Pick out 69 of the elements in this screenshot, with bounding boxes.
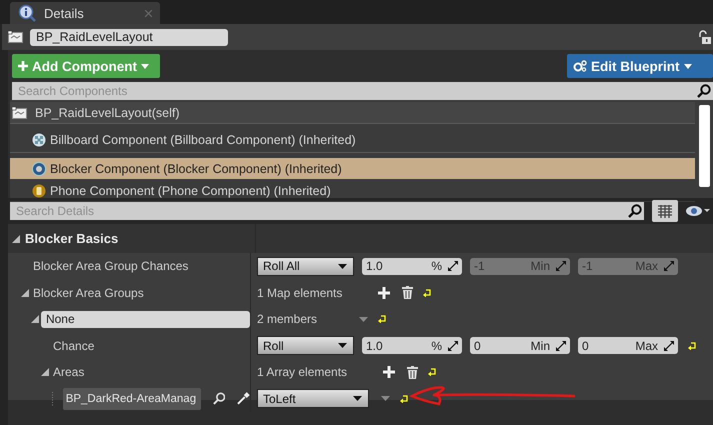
number-field[interactable]: 1.0 % <box>362 258 462 275</box>
member-count: 2 members <box>257 312 318 326</box>
reset-arrow-icon[interactable] <box>428 368 436 376</box>
property-label: Areas <box>53 365 84 380</box>
number-field[interactable]: 0 Max <box>578 337 678 354</box>
edit-blueprint-button[interactable]: Edit Blueprint <box>567 54 713 78</box>
actor-name-field[interactable]: BP_RaidLevelLayout <box>30 28 228 46</box>
category-header[interactable]: Blocker Basics <box>8 224 713 253</box>
property-label: Blocker Area Groups <box>33 286 144 300</box>
drag-arrow-icon <box>664 261 674 272</box>
search-icon[interactable] <box>624 202 644 220</box>
phone-icon <box>32 184 46 198</box>
property-label: Blocker Area Group Chances <box>33 259 188 274</box>
element-count: 1 Array elements <box>257 365 348 380</box>
expand-arrow-icon[interactable] <box>41 368 49 376</box>
checker-ball-icon <box>32 132 46 146</box>
expand-arrow-icon[interactable] <box>21 288 29 297</box>
drag-arrow-icon <box>664 340 674 351</box>
dropdown[interactable]: Roll All <box>257 256 354 276</box>
drag-arrow-icon <box>448 340 458 351</box>
gear-badge-icon <box>32 162 46 176</box>
eyedropper-icon[interactable] <box>237 392 250 406</box>
dropdown[interactable]: ToLeft <box>257 389 369 408</box>
info-icon <box>18 4 36 22</box>
drag-arrow-icon <box>448 261 458 272</box>
number-field[interactable]: 1.0 % <box>362 337 462 354</box>
reset-arrow-icon[interactable] <box>423 288 432 297</box>
grid-view-button[interactable] <box>652 200 678 222</box>
search-field[interactable]: Search Details <box>10 202 624 220</box>
add-icon[interactable] <box>383 366 396 378</box>
search-field[interactable]: Search Components <box>12 82 693 100</box>
caret-icon[interactable] <box>381 396 390 402</box>
trash-icon[interactable] <box>402 286 414 300</box>
caret-icon <box>684 64 692 68</box>
dropdown[interactable]: Roll <box>257 336 354 356</box>
reset-arrow-icon[interactable] <box>400 394 408 403</box>
trash-icon[interactable] <box>407 366 418 379</box>
expand-arrow-icon[interactable] <box>31 315 39 324</box>
lock-icon[interactable] <box>698 30 711 44</box>
scrollbar[interactable] <box>699 105 710 187</box>
gears-icon <box>573 60 587 72</box>
reset-arrow-icon[interactable] <box>378 315 386 324</box>
key-field[interactable]: None <box>40 310 250 328</box>
component-item[interactable]: BP_RaidLevelLayout(self) <box>10 102 695 124</box>
reset-arrow-icon[interactable] <box>688 342 696 350</box>
component-item[interactable]: Blocker Component (Blocker Component) (Inherited) <box>10 158 695 180</box>
plus-icon <box>18 61 28 71</box>
search-icon[interactable] <box>212 392 226 406</box>
blueprint-icon <box>8 31 23 43</box>
expand-arrow-icon[interactable] <box>12 234 20 242</box>
component-item[interactable]: Billboard Component (Billboard Component) (Inherited) <box>10 127 695 153</box>
caret-icon <box>353 396 362 402</box>
add-icon[interactable] <box>378 286 390 299</box>
details-tab[interactable]: Details <box>10 2 160 24</box>
drag-handle-icon[interactable] <box>51 392 54 406</box>
element-count: 1 Map elements <box>257 286 342 300</box>
search-icon[interactable] <box>693 82 713 100</box>
number-field[interactable]: 0 Min <box>470 337 570 354</box>
caret-icon <box>140 64 149 68</box>
drag-arrow-icon <box>556 340 566 351</box>
property-label: Chance <box>53 338 94 353</box>
caret-icon <box>338 264 347 269</box>
drag-arrow-icon <box>556 261 566 272</box>
caret-icon <box>338 343 347 348</box>
asset-picker[interactable]: BP_DarkRed-AreaManag <box>62 388 201 410</box>
blueprint-icon <box>12 106 27 118</box>
eye-icon[interactable] <box>686 205 710 217</box>
grid-icon <box>658 204 672 218</box>
caret-icon[interactable] <box>359 316 368 322</box>
